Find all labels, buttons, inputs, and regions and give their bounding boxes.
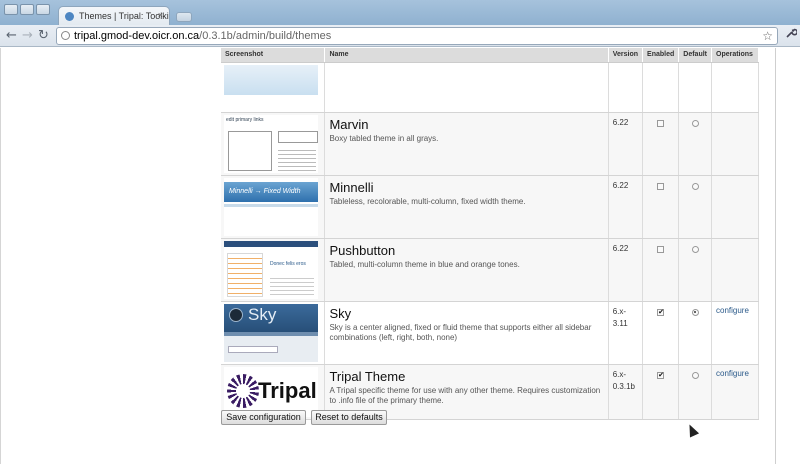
theme-screenshot-cell: Sky — [221, 301, 326, 365]
browser-tab[interactable]: Themes | Tripal: Toolki... × — [58, 6, 170, 26]
forward-icon[interactable]: → — [22, 28, 33, 44]
new-tab-button[interactable] — [176, 12, 192, 22]
content-border-right — [775, 48, 776, 464]
wrench-menu-icon[interactable] — [785, 27, 798, 43]
theme-description: Boxy tabled theme in all grays. — [329, 133, 439, 143]
mouse-cursor-icon — [684, 422, 700, 438]
sky-screenshot: Sky — [224, 303, 318, 362]
save-configuration-button[interactable]: Save configuration — [221, 410, 306, 425]
enabled-checkbox[interactable] — [657, 245, 665, 253]
back-icon[interactable]: ← — [6, 28, 17, 44]
column-header-default: Default — [678, 48, 712, 63]
configure-link[interactable]: configure — [716, 369, 749, 378]
theme-description: A Tripal specific theme for use with any… — [329, 385, 601, 405]
table-row: Sky Sky Sky is a center aligned, fixed o… — [221, 301, 759, 365]
browser-toolbar: ← → ↻ tripal.gmod-dev.oicr.on.ca/0.3.1b/… — [0, 25, 800, 47]
column-header-name: Name — [324, 48, 609, 63]
theme-version: 6.22 — [612, 117, 629, 127]
default-radio[interactable] — [691, 182, 699, 190]
pushbutton-screenshot: Donec felis eros — [224, 240, 318, 299]
bookmark-star-icon[interactable]: ☆ — [762, 28, 773, 44]
browser-titlebar: Themes | Tripal: Toolki... × — [0, 0, 800, 26]
configure-link[interactable]: configure — [716, 306, 749, 315]
minnelli-screenshot: Minnelli → Fixed Width — [224, 177, 318, 236]
default-radio[interactable] — [691, 371, 699, 379]
enabled-checkbox[interactable] — [657, 119, 665, 127]
content-border-left — [0, 48, 1, 464]
column-header-version: Version — [608, 48, 644, 63]
window-minimize-icon[interactable] — [20, 4, 34, 15]
theme-screenshot-cell: edit primary links — [221, 112, 326, 176]
screenshot-caption: Donec felis eros — [270, 260, 306, 267]
screenshot-caption: Tripal — [258, 377, 317, 403]
column-header-enabled: Enabled — [642, 48, 680, 63]
theme-version: 6.22 — [612, 243, 629, 253]
tab-close-icon[interactable]: × — [158, 10, 163, 20]
page-content: Screenshot Name Version Enabled Default … — [0, 48, 800, 464]
marvin-screenshot: edit primary links — [224, 114, 318, 173]
theme-version: 6.x-3.11 — [612, 306, 628, 328]
theme-description: Tableless, recolorable, multi-column, fi… — [329, 196, 526, 206]
table-row: Donec felis eros Pushbutton Tabled, mult… — [221, 238, 759, 302]
tripal-screenshot: Tripal — [224, 366, 318, 417]
theme-screenshot-cell — [221, 62, 326, 113]
enabled-checkbox[interactable] — [657, 182, 665, 190]
enabled-checkbox[interactable]: ✔ — [657, 371, 665, 379]
themes-table: Screenshot Name Version Enabled Default … — [221, 48, 759, 420]
table-header-row: Screenshot Name Version Enabled Default … — [221, 48, 759, 63]
table-row: edit primary links Marvin Boxy tabled th… — [221, 112, 759, 176]
default-radio[interactable] — [691, 119, 699, 127]
url-path: /0.3.1b/admin/build/themes — [199, 30, 332, 42]
theme-screenshot-cell: Donec felis eros — [221, 238, 326, 302]
drupal-favicon-icon — [65, 12, 74, 21]
column-header-operations: Operations — [711, 48, 759, 63]
theme-name: Minnelli — [329, 179, 374, 195]
theme-screenshot — [224, 64, 318, 95]
reload-icon[interactable]: ↻ — [38, 28, 49, 44]
window-close-icon[interactable] — [4, 4, 18, 15]
screenshot-caption: Minnelli → Fixed Width — [224, 181, 318, 202]
theme-version: 6.x-0.3.1b — [612, 369, 635, 391]
theme-name: Pushbutton — [329, 242, 396, 258]
address-bar[interactable]: tripal.gmod-dev.oicr.on.ca/0.3.1b/admin/… — [56, 27, 778, 45]
theme-screenshot-cell: Minnelli → Fixed Width — [221, 175, 326, 239]
default-radio[interactable] — [691, 245, 699, 253]
enabled-checkbox[interactable]: ✔ — [657, 308, 665, 316]
theme-description: Tabled, multi-column theme in blue and o… — [329, 259, 520, 269]
theme-name: Tripal Theme — [329, 368, 406, 384]
theme-name: Marvin — [329, 116, 369, 132]
default-radio[interactable] — [691, 308, 699, 316]
table-row: Minnelli → Fixed Width Minnelli Tableles… — [221, 175, 759, 239]
table-row — [221, 62, 759, 113]
tab-title: Themes | Tripal: Toolki... — [79, 11, 170, 21]
sky-logo-icon — [229, 307, 243, 322]
reset-to-defaults-button[interactable]: Reset to defaults — [311, 410, 387, 425]
theme-name: Sky — [329, 305, 352, 321]
theme-version: 6.22 — [612, 180, 629, 190]
url-host: tripal.gmod-dev.oicr.on.ca — [74, 30, 200, 42]
tripal-logo-icon — [227, 373, 259, 408]
screenshot-caption: edit primary links — [226, 116, 264, 123]
theme-description: Sky is a center aligned, fixed or fluid … — [329, 322, 592, 342]
window-maximize-icon[interactable] — [36, 4, 50, 15]
screenshot-caption: Sky — [248, 304, 277, 324]
page-icon — [61, 31, 70, 40]
column-header-screenshot: Screenshot — [221, 48, 326, 63]
